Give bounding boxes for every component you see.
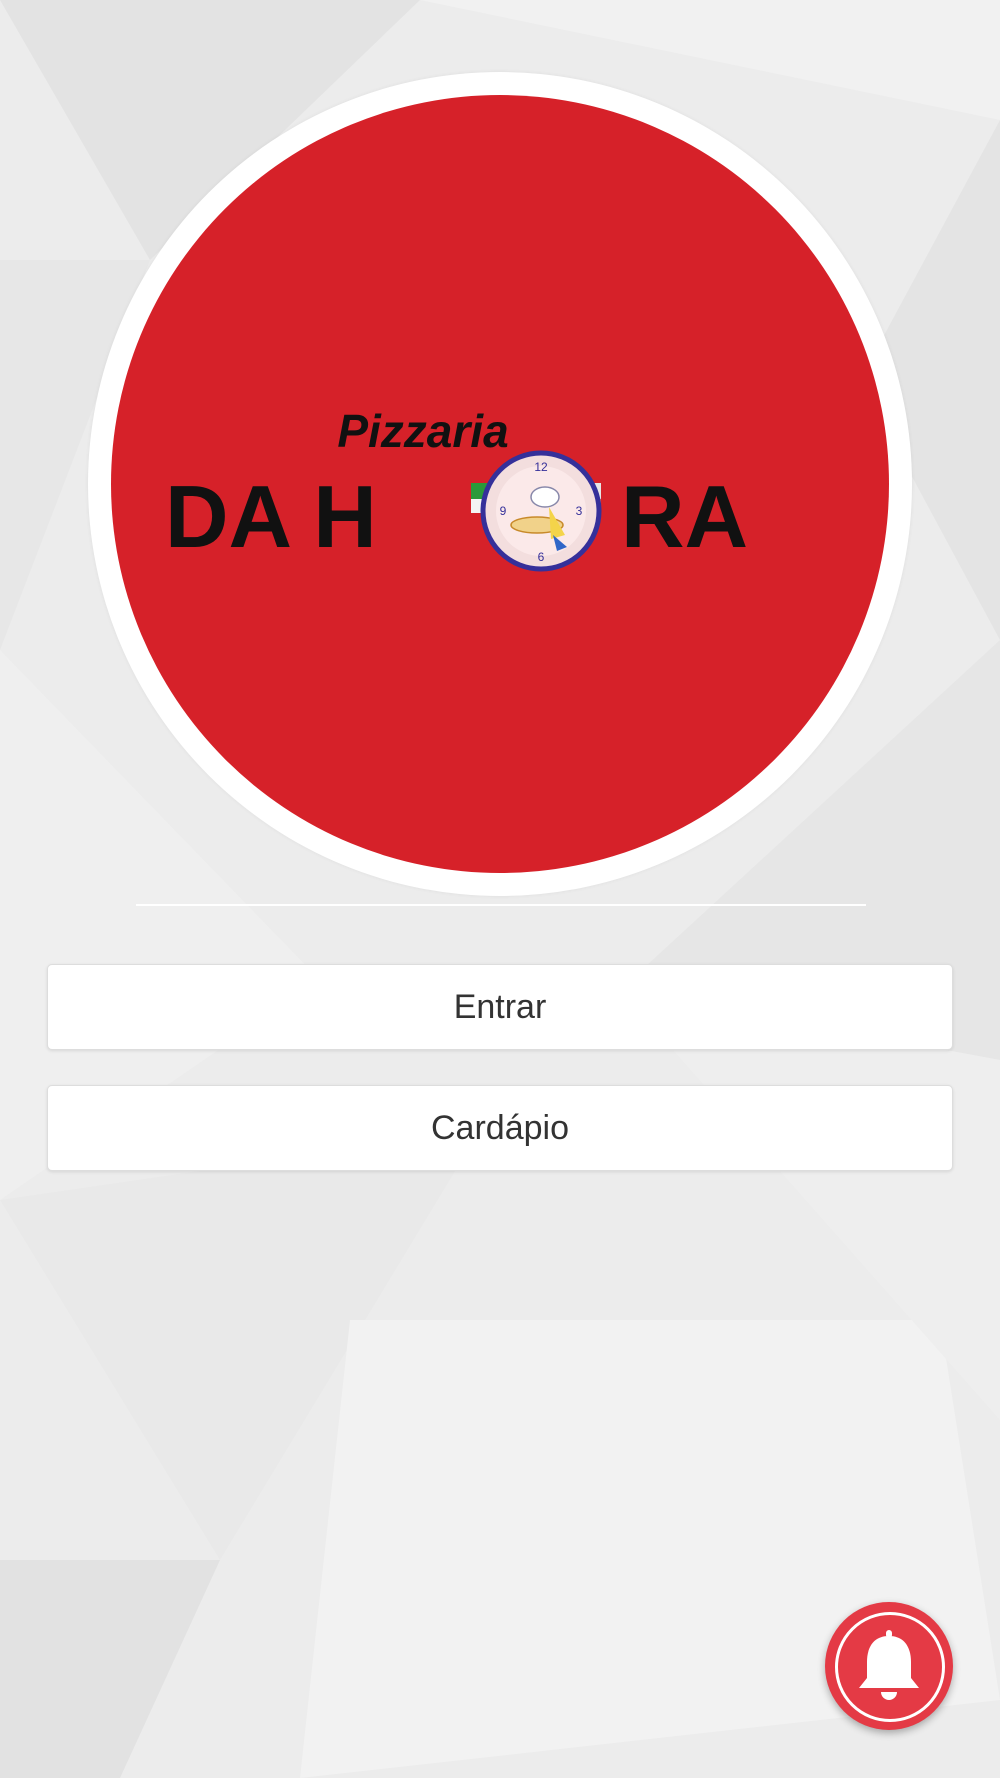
bell-icon: [859, 1630, 919, 1700]
divider: [136, 904, 866, 906]
logo-disc: Pizzaria DA H RA 12 3 6 9: [111, 95, 889, 873]
pizzeria-logo: Pizzaria DA H RA 12 3 6 9: [165, 405, 748, 572]
logo-name-right: RA: [621, 467, 748, 566]
svg-text:12: 12: [534, 460, 548, 474]
menu-button[interactable]: Cardápio: [47, 1085, 953, 1171]
svg-text:9: 9: [500, 504, 507, 518]
svg-text:6: 6: [538, 550, 545, 564]
menu-button-label: Cardápio: [431, 1108, 569, 1147]
logo-name-left: DA H: [165, 467, 377, 566]
logo-script-text: Pizzaria: [337, 405, 508, 457]
clock-icon: 12 3 6 9: [471, 450, 602, 572]
login-button[interactable]: Entrar: [47, 964, 953, 1050]
svg-text:3: 3: [576, 504, 583, 518]
notification-button[interactable]: [825, 1602, 953, 1730]
login-button-label: Entrar: [453, 987, 547, 1026]
logo-circle: Pizzaria DA H RA 12 3 6 9: [88, 72, 912, 896]
